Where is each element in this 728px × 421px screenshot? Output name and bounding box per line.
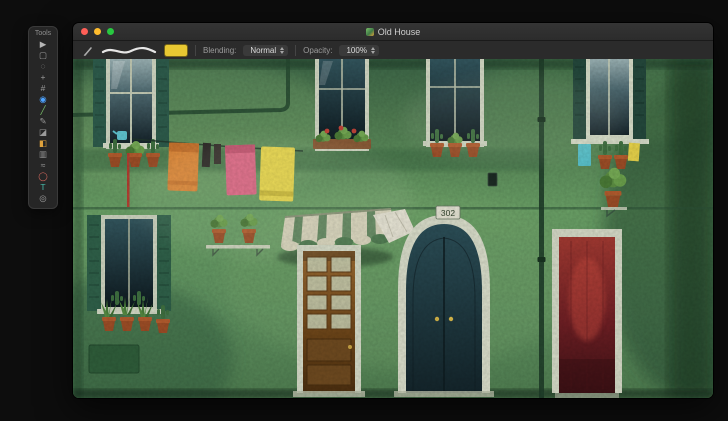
zoom-button[interactable] [107, 28, 114, 35]
traffic-lights [73, 28, 114, 35]
zoom-tool-icon[interactable]: ◎ [29, 193, 57, 204]
marquee-tool-icon[interactable]: ▢ [29, 50, 57, 61]
document-icon [365, 27, 374, 36]
minimize-button[interactable] [94, 28, 101, 35]
color-swatch[interactable] [164, 44, 188, 57]
chevron-updown-icon [370, 47, 375, 54]
canvas[interactable]: 302 [73, 59, 713, 398]
lasso-tool-icon[interactable]: ◌ [29, 61, 57, 72]
tools-palette: Tools ▶ ▢ ◌ + # ◉ ╱ ✎ ◪ ◧ ▥ ≈ ◯ T ◎ [28, 26, 58, 209]
text-tool-icon[interactable]: T [29, 182, 57, 193]
tools-palette-title: Tools [34, 30, 52, 37]
close-button[interactable] [81, 28, 88, 35]
desktop: Tools ▶ ▢ ◌ + # ◉ ╱ ✎ ◪ ◧ ▥ ≈ ◯ T ◎ Old … [0, 0, 728, 421]
toolbar-divider [295, 45, 297, 56]
smudge-tool-icon[interactable]: ≈ [29, 160, 57, 171]
toolbar-divider [195, 45, 196, 56]
blending-dropdown[interactable]: Normal [243, 45, 289, 56]
brush-tool-icon[interactable]: ╱ [29, 105, 57, 116]
opacity-label: Opacity: [303, 46, 333, 55]
pencil-tool-icon[interactable]: ✎ [29, 116, 57, 127]
title-bar[interactable]: Old House [73, 23, 713, 41]
canvas-area: 302 [73, 59, 713, 398]
app-window: Old House Blending: Normal Opacity: 100% [72, 22, 714, 399]
chevron-updown-icon [280, 47, 285, 54]
window-title: Old House [377, 26, 421, 37]
window-title-area: Old House [73, 27, 713, 37]
brush-icon[interactable] [82, 45, 94, 57]
opacity-stepper[interactable]: 100% [339, 45, 379, 56]
crop-tool-icon[interactable]: # [29, 83, 57, 94]
eraser-tool-icon[interactable]: ◪ [29, 127, 57, 138]
opacity-value: 100% [346, 46, 367, 55]
magic-wand-tool-icon[interactable]: + [29, 72, 57, 83]
toolbar: Blending: Normal Opacity: 100% [73, 41, 713, 61]
gradient-tool-icon[interactable]: ▥ [29, 149, 57, 160]
shape-tool-icon[interactable]: ◯ [29, 171, 57, 182]
brush-stroke-preview[interactable] [101, 45, 157, 57]
blending-value: Normal [250, 46, 277, 55]
move-tool-icon[interactable]: ▶ [29, 39, 57, 50]
color-picker-tool-icon[interactable]: ◉ [29, 94, 57, 105]
fill-tool-icon[interactable]: ◧ [29, 138, 57, 149]
blending-label: Blending: [203, 46, 237, 55]
